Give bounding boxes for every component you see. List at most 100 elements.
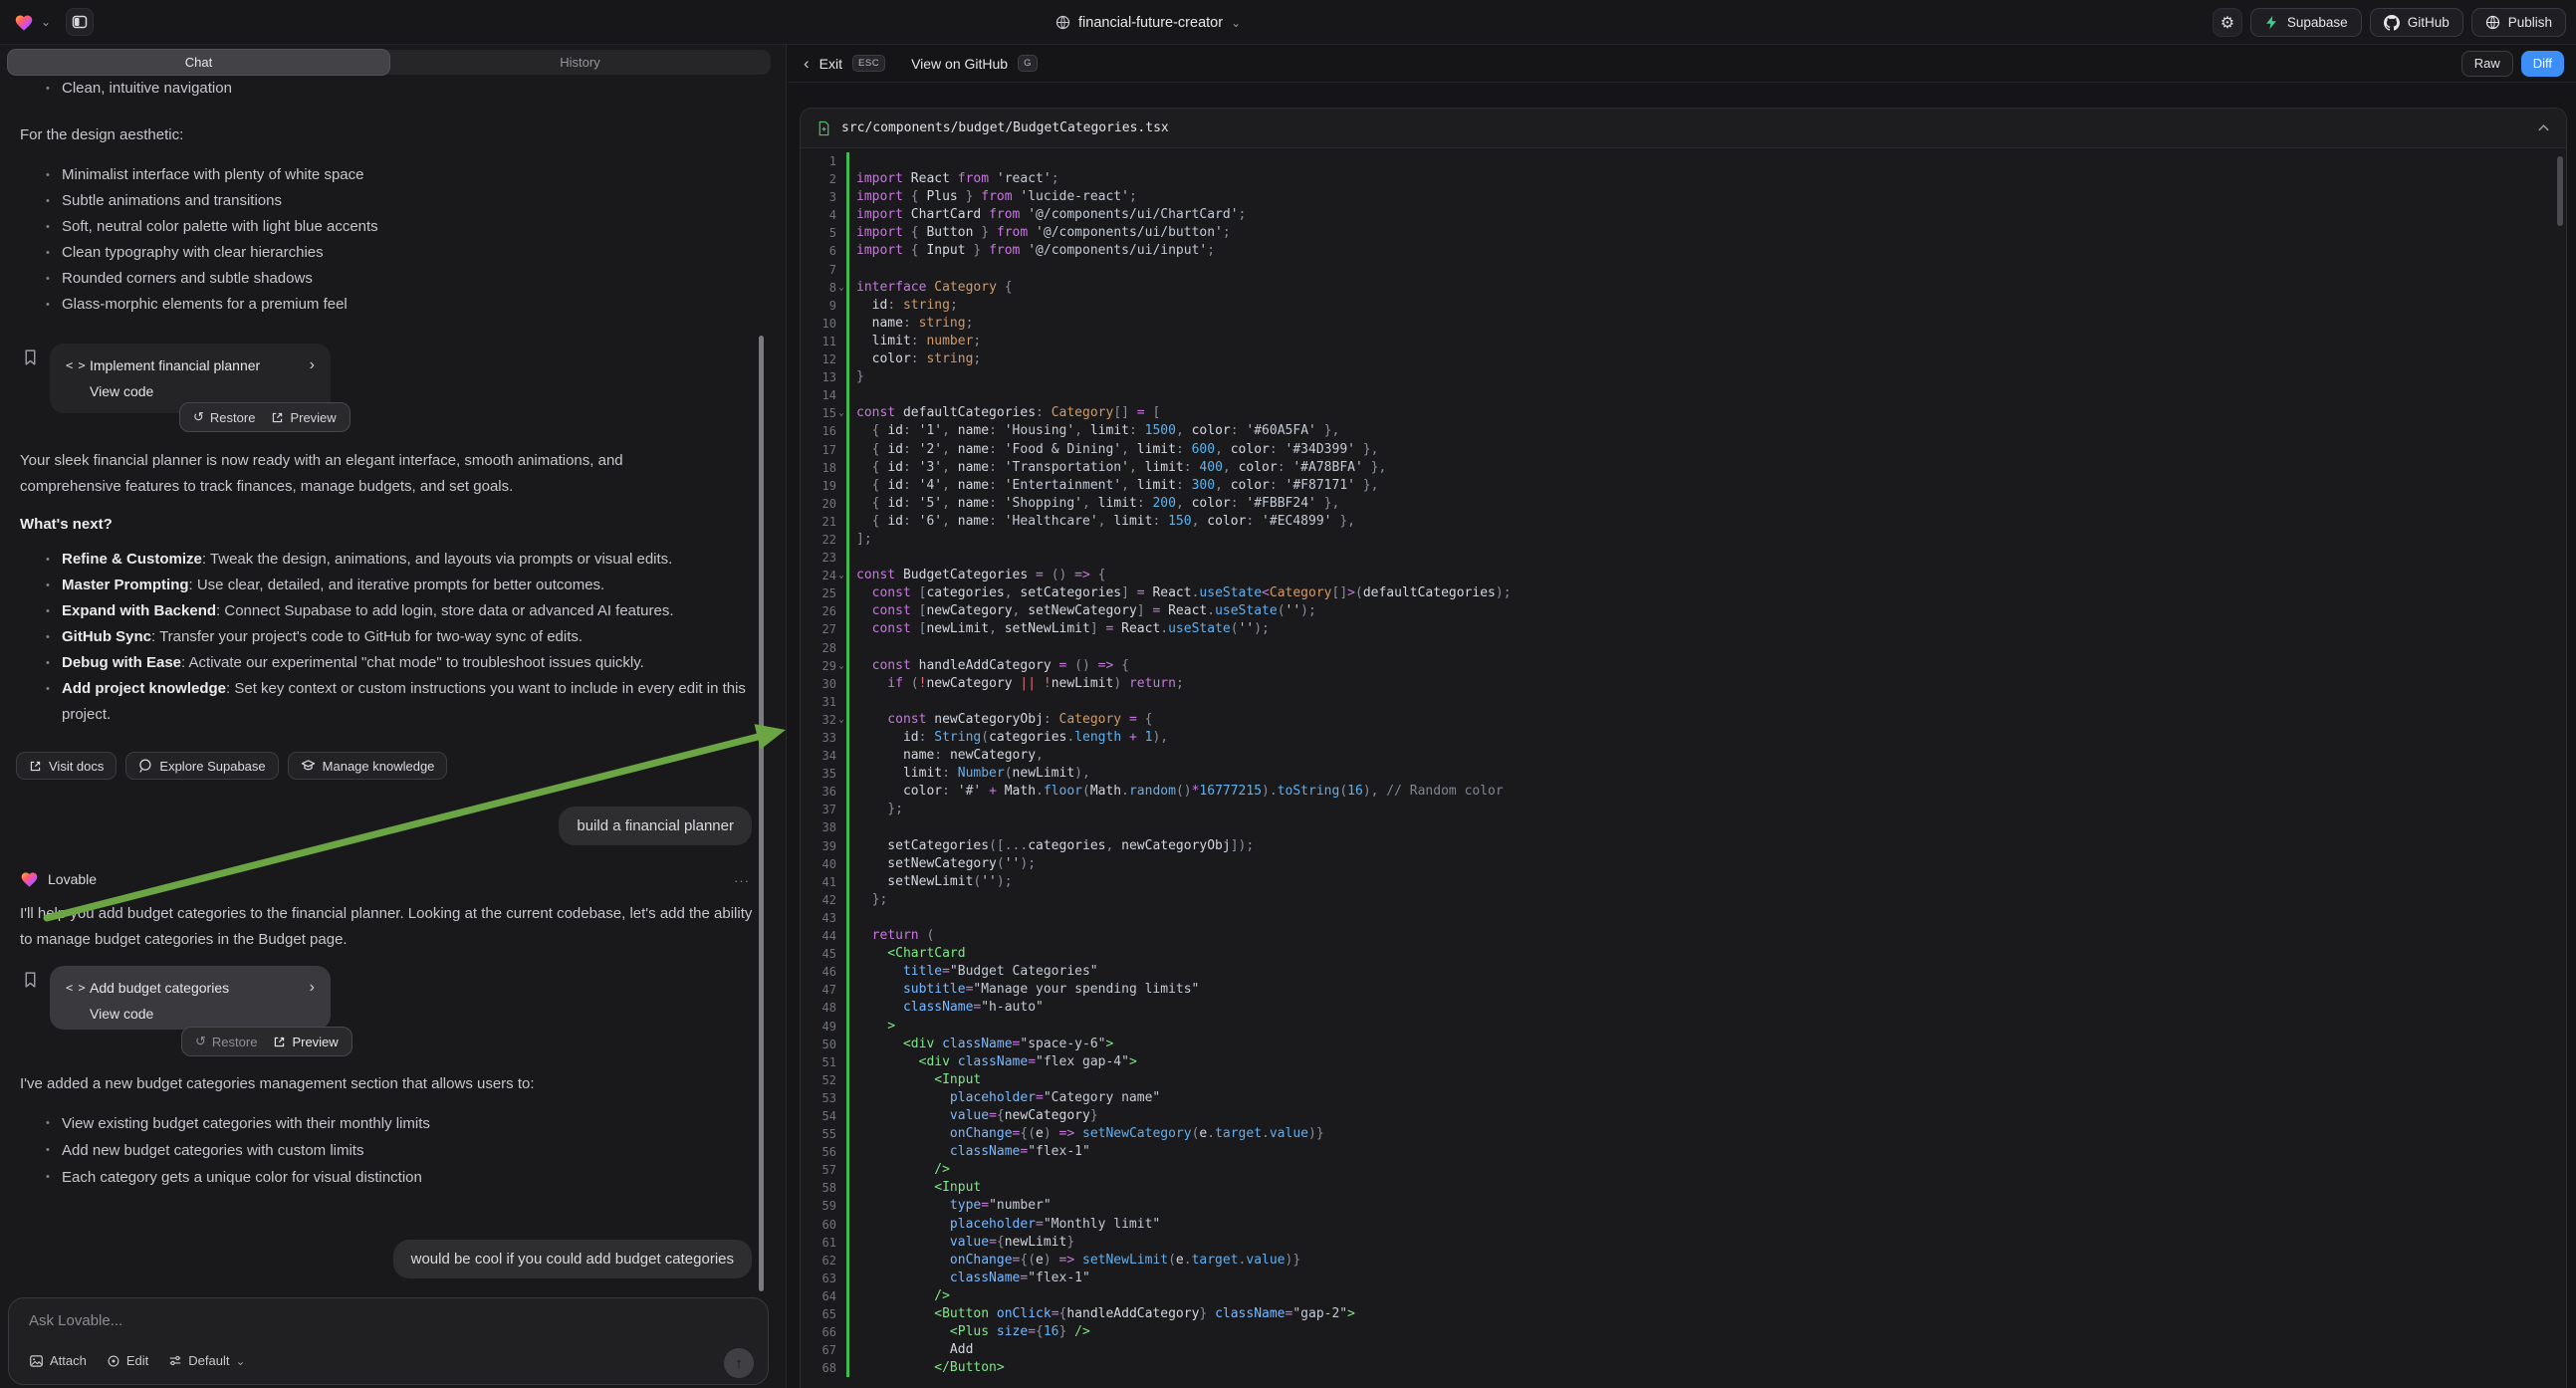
- code-line: 2import React from 'react';: [801, 170, 2566, 188]
- restore-button[interactable]: ↺Restore: [195, 1034, 257, 1049]
- code-line: 48 className="h-auto": [801, 999, 2566, 1017]
- diff-button[interactable]: Diff: [2521, 51, 2564, 77]
- line-number: 1: [801, 152, 836, 170]
- bookmark-icon[interactable]: [22, 971, 39, 989]
- code-line: 62 onChange={(e) => setNewLimit(e.target…: [801, 1252, 2566, 1270]
- bullet-icon: •: [46, 292, 62, 318]
- line-number: 67: [801, 1341, 836, 1359]
- fold-gutter: [836, 242, 846, 260]
- view-on-github-link[interactable]: View on GitHub: [911, 56, 1008, 72]
- chevron-right-icon: ›: [310, 356, 315, 374]
- code-line: 39 setCategories([...categories, newCate…: [801, 837, 2566, 855]
- manage-knowledge-button[interactable]: Manage knowledge: [288, 752, 448, 780]
- code-line: 8⌄interface Category {: [801, 279, 2566, 297]
- supabase-bolt-icon: [2264, 15, 2279, 30]
- supabase-button[interactable]: Supabase: [2250, 8, 2362, 37]
- list-item: •Each category gets a unique color for v…: [46, 1164, 743, 1191]
- code-line: 67 Add: [801, 1341, 2566, 1359]
- fold-gutter: [836, 1143, 846, 1161]
- code-line: 61 value={newLimit}: [801, 1234, 2566, 1252]
- version-actions-pill: ↺Restore Preview: [179, 402, 351, 432]
- composer-toolbar: Attach Edit Default ⌄: [29, 1353, 246, 1368]
- code-line: 13}: [801, 368, 2566, 386]
- code-line: 36 color: '#' + Math.floor(Math.random()…: [801, 783, 2566, 801]
- version-card-title: Implement financial planner: [90, 357, 310, 373]
- code-editor[interactable]: 1 2import React from 'react';3import { P…: [801, 148, 2566, 1388]
- code-line: 51 <div className="flex gap-4">: [801, 1053, 2566, 1071]
- line-number: 32: [801, 711, 836, 729]
- collapse-chevron-up-icon[interactable]: [2537, 123, 2550, 132]
- line-number: 11: [801, 333, 836, 350]
- file-header[interactable]: src/components/budget/BudgetCategories.t…: [801, 109, 2566, 148]
- globe-icon: [1055, 15, 1070, 30]
- visit-docs-button[interactable]: Visit docs: [16, 752, 117, 780]
- bookmark-icon[interactable]: [22, 348, 39, 366]
- fold-gutter: [836, 675, 846, 693]
- version-actions-pill: ↺Restore Preview: [181, 1027, 352, 1056]
- code-line: 44 return (: [801, 927, 2566, 945]
- line-number: 50: [801, 1036, 836, 1053]
- github-button[interactable]: GitHub: [2370, 8, 2463, 37]
- line-number: 28: [801, 639, 836, 657]
- message-menu-button[interactable]: ···: [734, 873, 750, 888]
- lovable-logo-heart-icon[interactable]: [14, 13, 34, 32]
- fold-chevron-icon[interactable]: ⌄: [836, 711, 846, 729]
- code-line: 33 id: String(categories.length + 1),: [801, 729, 2566, 747]
- line-number: 24: [801, 567, 836, 584]
- line-number: 2: [801, 170, 836, 188]
- version-card-title: Add budget categories: [90, 980, 310, 996]
- tab-history[interactable]: History: [389, 50, 771, 75]
- top-bar: ⌄ financial-future-creator ⌄ ⚙ Supabase …: [0, 0, 2576, 45]
- code-line: 22];: [801, 531, 2566, 549]
- code-line: 7: [801, 261, 2566, 279]
- line-number: 39: [801, 837, 836, 855]
- mode-selector[interactable]: Default ⌄: [168, 1353, 245, 1368]
- line-number: 37: [801, 801, 836, 818]
- publish-button[interactable]: Publish: [2471, 8, 2566, 37]
- settings-button[interactable]: ⚙: [2213, 8, 2242, 37]
- explore-supabase-button[interactable]: Explore Supabase: [125, 752, 278, 780]
- fold-chevron-icon[interactable]: ⌄: [836, 567, 846, 584]
- send-button[interactable]: ↑: [724, 1348, 754, 1378]
- chevron-right-icon: ›: [310, 979, 315, 997]
- composer: Attach Edit Default ⌄ ↑: [8, 1297, 769, 1385]
- attach-button[interactable]: Attach: [29, 1353, 87, 1368]
- tab-chat[interactable]: Chat: [8, 50, 389, 75]
- arrow-up-icon: ↑: [735, 1355, 743, 1372]
- raw-button[interactable]: Raw: [2461, 51, 2513, 77]
- design-bullet-list: •Minimalist interface with plenty of whi…: [46, 162, 743, 318]
- line-number: 63: [801, 1270, 836, 1287]
- view-code-link[interactable]: View code: [66, 383, 315, 399]
- code-scrollbar[interactable]: [2557, 156, 2563, 226]
- list-item: •Add new budget categories with custom l…: [46, 1137, 743, 1164]
- code-panel-header: ‹ Exit ESC View on GitHub G Raw Diff: [788, 45, 2576, 83]
- code-line: 19 { id: '4', name: 'Entertainment', lim…: [801, 477, 2566, 495]
- fold-gutter: [836, 152, 846, 170]
- back-chevron-icon[interactable]: ‹: [804, 54, 810, 74]
- code-line: 38: [801, 818, 2566, 836]
- line-number: 46: [801, 963, 836, 981]
- version-card-add-budget-categories[interactable]: < > Add budget categories › View code: [50, 966, 331, 1030]
- line-number: 65: [801, 1305, 836, 1323]
- fold-gutter: [836, 855, 846, 873]
- chat-input[interactable]: [29, 1312, 527, 1329]
- chat-scrollbar[interactable]: [759, 336, 764, 1291]
- fold-chevron-icon[interactable]: ⌄: [836, 657, 846, 675]
- fold-chevron-icon[interactable]: ⌄: [836, 279, 846, 297]
- sidebar-toggle-button[interactable]: [66, 8, 94, 36]
- project-switcher[interactable]: financial-future-creator ⌄: [1055, 0, 1241, 45]
- restore-button[interactable]: ↺Restore: [193, 409, 255, 425]
- line-number: 40: [801, 855, 836, 873]
- preview-button[interactable]: Preview: [271, 410, 336, 425]
- list-item: •Debug with Ease: Activate our experimen…: [46, 650, 755, 676]
- fold-chevron-icon[interactable]: ⌄: [836, 404, 846, 422]
- code-line: 53 placeholder="Category name": [801, 1089, 2566, 1107]
- file-card: src/components/budget/BudgetCategories.t…: [800, 108, 2567, 1388]
- preview-button[interactable]: Preview: [273, 1035, 338, 1049]
- line-number: 61: [801, 1234, 836, 1252]
- edit-button[interactable]: Edit: [107, 1353, 148, 1368]
- exit-button[interactable]: Exit: [820, 56, 842, 72]
- logo-chevron-down-icon[interactable]: ⌄: [41, 16, 51, 28]
- list-item: •Glass-morphic elements for a premium fe…: [46, 292, 743, 318]
- view-code-link[interactable]: View code: [66, 1006, 315, 1022]
